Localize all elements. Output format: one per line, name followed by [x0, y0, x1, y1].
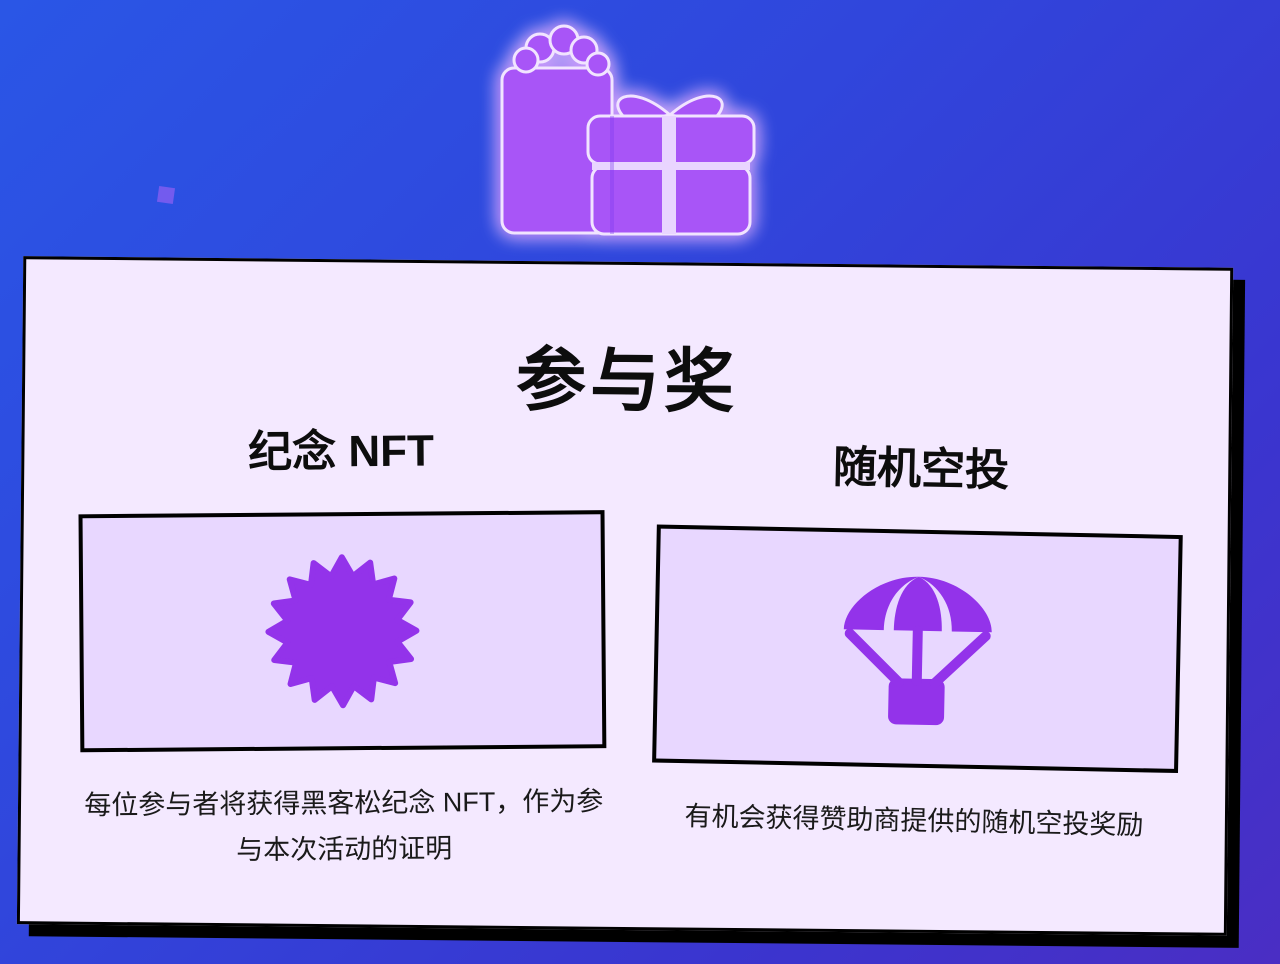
- badge-icon: [265, 554, 420, 709]
- section-title: 参与奖: [515, 340, 739, 422]
- participation-prize-card: 参与奖 纪念 NFT 每位参与者将获得黑客松纪念 NFT，作为参与本次活动的证明…: [16, 256, 1246, 948]
- prize-column-airdrop: 随机空投 有机会获得赞助商提供的随机空投奖励: [644, 422, 1192, 849]
- prize-column-nft: 纪念 NFT 每位参与者将获得黑客松纪念 NFT，作为参与本次活动的证明: [71, 420, 615, 874]
- prize-title: 纪念 NFT: [247, 426, 435, 477]
- prize-tile: [78, 510, 607, 753]
- decorative-square: [156, 185, 176, 205]
- prize-tile: [652, 524, 1183, 774]
- prize-description: 每位参与者将获得黑客松纪念 NFT，作为参与本次活动的证明: [84, 786, 604, 866]
- gifts-icon: [480, 20, 780, 250]
- prize-description: 有机会获得赞助商提供的随机空投奖励: [684, 801, 1144, 841]
- prize-title: 随机空投: [832, 443, 1010, 496]
- card-body: 参与奖 纪念 NFT 每位参与者将获得黑客松纪念 NFT，作为参与本次活动的证明…: [16, 256, 1234, 936]
- parachute-icon: [843, 576, 992, 726]
